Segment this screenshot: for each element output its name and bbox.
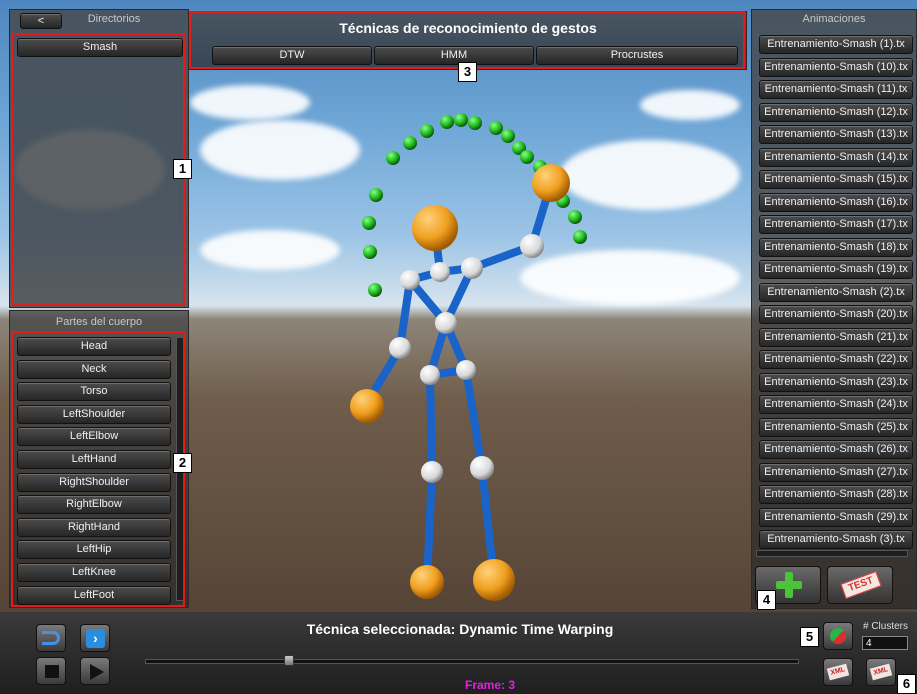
step-button[interactable]: ›	[80, 624, 110, 652]
animation-item[interactable]: Entrenamiento-Smash (28).tx	[759, 485, 913, 504]
animation-item[interactable]: Entrenamiento-Smash (23).tx	[759, 372, 913, 392]
highlight-directories	[11, 33, 185, 306]
play-button[interactable]	[80, 657, 110, 685]
annotation-3: 3	[458, 62, 477, 82]
animations-scrollbar[interactable]	[756, 550, 908, 557]
xml-export-icon: XML	[869, 663, 893, 681]
animation-item[interactable]: Entrenamiento-Smash (24).tx	[759, 395, 913, 414]
animation-item[interactable]: Entrenamiento-Smash (22).tx	[759, 350, 913, 369]
animation-item[interactable]: Entrenamiento-Smash (15).tx	[759, 170, 913, 189]
frame-label: Frame: 3	[464, 678, 516, 692]
animation-item[interactable]: Entrenamiento-Smash (10).tx	[759, 57, 913, 77]
annotation-6: 6	[897, 674, 916, 694]
annotation-5: 5	[800, 627, 819, 647]
undo-button[interactable]	[36, 624, 66, 652]
timeline-track[interactable]	[145, 659, 799, 664]
animation-item[interactable]: Entrenamiento-Smash (2).tx	[759, 282, 913, 302]
animation-item[interactable]: Entrenamiento-Smash (16).tx	[759, 192, 913, 212]
directories-title: Directorios	[87, 13, 141, 25]
undo-arrow-icon	[42, 631, 60, 645]
animation-item[interactable]: Entrenamiento-Smash (19).tx	[759, 260, 913, 279]
export-xml-button[interactable]: XML	[866, 658, 896, 686]
animation-item[interactable]: Entrenamiento-Smash (3).tx	[759, 530, 913, 549]
highlight-techniques	[189, 11, 745, 69]
animations-title: Animaciones	[802, 13, 866, 25]
animation-item[interactable]: Entrenamiento-Smash (25).tx	[759, 417, 913, 437]
annotation-1: 1	[173, 159, 192, 179]
animation-item[interactable]: Entrenamiento-Smash (12).tx	[759, 102, 913, 122]
test-button[interactable]: TEST	[827, 566, 893, 604]
test-stamp-icon: TEST	[840, 570, 882, 600]
animations-panel: Animaciones Entrenamiento-Smash (1).tx En…	[751, 9, 917, 609]
cluster-button[interactable]	[823, 622, 853, 650]
bottom-toolbar: › Técnica seleccionada: Dynamic Time War…	[0, 612, 917, 694]
animation-item[interactable]: Entrenamiento-Smash (1).tx	[759, 35, 913, 54]
highlight-body-parts	[11, 331, 185, 607]
animation-item[interactable]: Entrenamiento-Smash (21).tx	[759, 327, 913, 347]
animation-item[interactable]: Entrenamiento-Smash (18).tx	[759, 237, 913, 257]
animation-item[interactable]: Entrenamiento-Smash (17).tx	[759, 215, 913, 234]
import-xml-button[interactable]: XML	[823, 658, 853, 686]
selected-technique-label: Técnica seleccionada: Dynamic Time Warpi…	[306, 621, 614, 637]
animation-item[interactable]: Entrenamiento-Smash (20).tx	[759, 305, 913, 324]
timeline-thumb[interactable]	[284, 655, 295, 666]
xml-import-icon: XML	[826, 663, 850, 681]
play-icon	[90, 664, 104, 680]
clusters-input[interactable]: 4	[862, 636, 908, 650]
animation-item[interactable]: Entrenamiento-Smash (13).tx	[759, 125, 913, 144]
stop-button[interactable]	[36, 657, 66, 685]
body-parts-title: Partes del cuerpo	[55, 316, 143, 328]
clusters-label: # Clusters	[863, 621, 909, 632]
animation-item[interactable]: Entrenamiento-Smash (27).tx	[759, 462, 913, 482]
animation-item[interactable]: Entrenamiento-Smash (14).tx	[759, 147, 913, 167]
animation-item[interactable]: Entrenamiento-Smash (29).tx	[759, 507, 913, 527]
cluster-icon	[830, 628, 846, 644]
chevron-right-icon: ›	[86, 629, 105, 648]
annotation-4: 4	[757, 590, 776, 610]
plus-icon	[776, 572, 802, 598]
animation-item[interactable]: Entrenamiento-Smash (26).tx	[759, 440, 913, 459]
stop-icon	[45, 665, 59, 678]
animation-item[interactable]: Entrenamiento-Smash (11).tx	[759, 80, 913, 99]
annotation-2: 2	[173, 453, 192, 473]
